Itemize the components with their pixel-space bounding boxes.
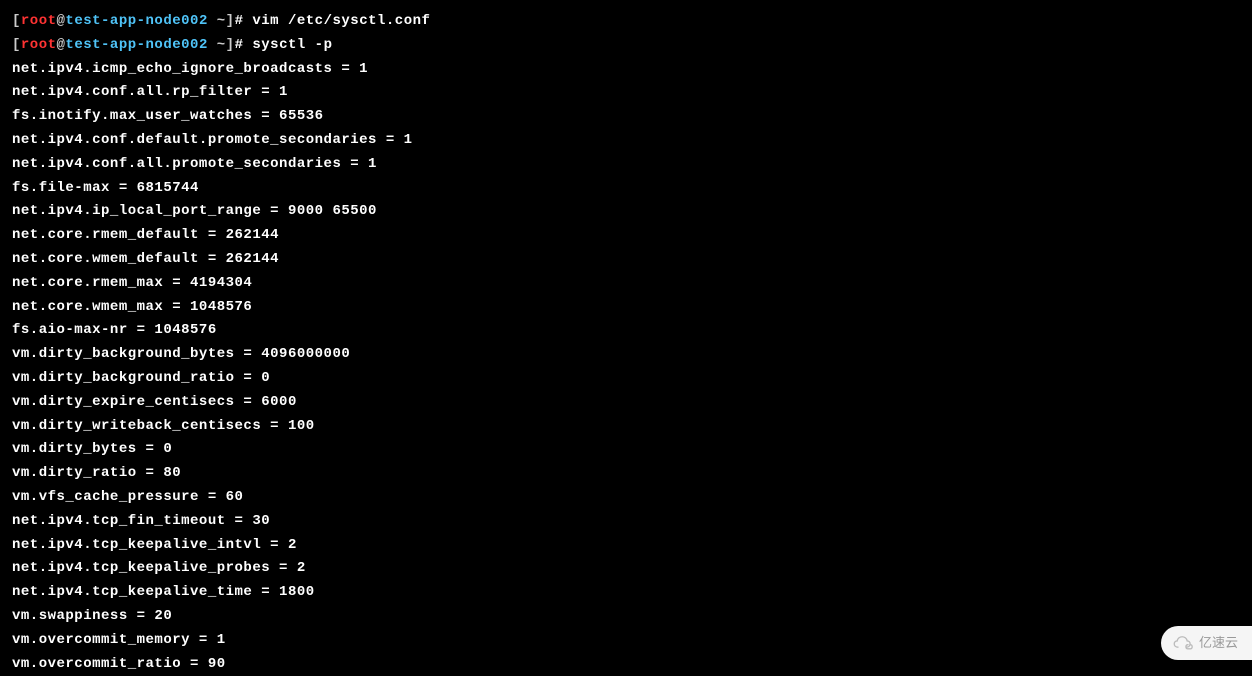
prompt-line-2: [root@test-app-node002 ~]# sysctl -p: [12, 34, 1240, 58]
bracket-close: ]: [226, 13, 235, 29]
output-line: vm.dirty_ratio = 80: [12, 462, 1240, 486]
prompt-user: root: [21, 37, 57, 53]
output-line: vm.dirty_background_bytes = 4096000000: [12, 343, 1240, 367]
output-line: net.ipv4.ip_local_port_range = 9000 6550…: [12, 200, 1240, 224]
output-line: vm.swappiness = 20: [12, 605, 1240, 629]
terminal-area[interactable]: [root@test-app-node002 ~]# vim /etc/sysc…: [12, 10, 1240, 676]
output-line: net.ipv4.conf.all.rp_filter = 1: [12, 81, 1240, 105]
output-line: net.ipv4.tcp_keepalive_time = 1800: [12, 581, 1240, 605]
watermark-badge: 亿速云: [1161, 626, 1252, 660]
output-line: net.ipv4.tcp_keepalive_intvl = 2: [12, 534, 1240, 558]
output-line: net.ipv4.tcp_keepalive_probes = 2: [12, 557, 1240, 581]
output-line: vm.overcommit_ratio = 90: [12, 653, 1240, 676]
prompt-hostname: test-app-node002: [65, 37, 207, 53]
bracket-open: [: [12, 13, 21, 29]
prompt-tilde: ~: [208, 13, 226, 29]
command-1: vim /etc/sysctl.conf: [252, 13, 430, 29]
bracket-open: [: [12, 37, 21, 53]
output-line: net.core.rmem_default = 262144: [12, 224, 1240, 248]
prompt-hostname: test-app-node002: [65, 13, 207, 29]
output-line: net.core.rmem_max = 4194304: [12, 272, 1240, 296]
output-line: fs.file-max = 6815744: [12, 177, 1240, 201]
output-line: vm.overcommit_memory = 1: [12, 629, 1240, 653]
output-line: vm.dirty_writeback_centisecs = 100: [12, 415, 1240, 439]
output-line: vm.dirty_expire_centisecs = 6000: [12, 391, 1240, 415]
cloud-icon: [1173, 635, 1193, 651]
output-line: fs.aio-max-nr = 1048576: [12, 319, 1240, 343]
prompt-hash: #: [235, 37, 253, 53]
output-line: vm.dirty_bytes = 0: [12, 438, 1240, 462]
output-line: vm.dirty_background_ratio = 0: [12, 367, 1240, 391]
output-container: net.ipv4.icmp_echo_ignore_broadcasts = 1…: [12, 58, 1240, 676]
prompt-user: root: [21, 13, 57, 29]
output-line: net.ipv4.icmp_echo_ignore_broadcasts = 1: [12, 58, 1240, 82]
watermark-text: 亿速云: [1199, 632, 1238, 654]
bracket-close: ]: [226, 37, 235, 53]
prompt-hash: #: [235, 13, 253, 29]
output-line: net.core.wmem_max = 1048576: [12, 296, 1240, 320]
output-line: net.ipv4.conf.default.promote_secondarie…: [12, 129, 1240, 153]
output-line: net.ipv4.tcp_fin_timeout = 30: [12, 510, 1240, 534]
command-2: sysctl -p: [252, 37, 332, 53]
output-line: net.ipv4.conf.all.promote_secondaries = …: [12, 153, 1240, 177]
prompt-tilde: ~: [208, 37, 226, 53]
prompt-line-1: [root@test-app-node002 ~]# vim /etc/sysc…: [12, 10, 1240, 34]
output-line: net.core.wmem_default = 262144: [12, 248, 1240, 272]
output-line: fs.inotify.max_user_watches = 65536: [12, 105, 1240, 129]
output-line: vm.vfs_cache_pressure = 60: [12, 486, 1240, 510]
